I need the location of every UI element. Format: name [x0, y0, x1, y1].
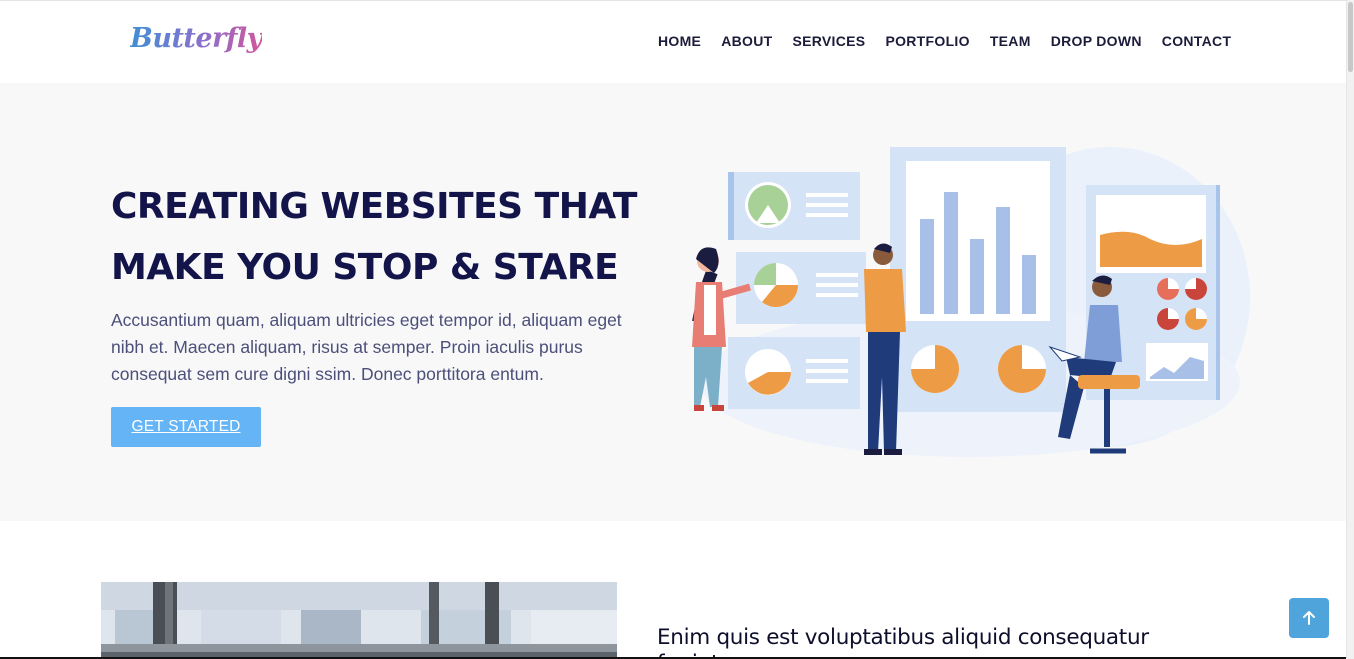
- hero-description: Accusantium quam, aliquam ultricies eget…: [111, 310, 622, 384]
- team-analytics-illustration: [692, 147, 1250, 457]
- nav-item-home[interactable]: HOME: [648, 32, 711, 50]
- back-to-top-button[interactable]: [1289, 598, 1329, 638]
- hero-title: CREATING WEBSITES THAT MAKE YOU STOP & S…: [111, 176, 651, 298]
- about-section: Enim quis est voluptatibus aliquid conse…: [0, 521, 1346, 659]
- nav-item-about[interactable]: ABOUT: [711, 32, 782, 50]
- nav-item-services[interactable]: SERVICES: [782, 32, 875, 50]
- site-header: Butterfly HOME ABOUT SERVICES PORTFOLIO …: [0, 1, 1346, 83]
- hero-title-line-2: MAKE YOU STOP & STARE: [111, 247, 619, 288]
- arrow-up-icon: [1303, 611, 1315, 625]
- hero-title-line-1: CREATING WEBSITES THAT: [111, 186, 637, 227]
- nav-item-team[interactable]: TEAM: [980, 32, 1041, 50]
- about-title: Enim quis est voluptatibus aliquid conse…: [657, 625, 1149, 650]
- logo[interactable]: Butterfly: [130, 23, 262, 54]
- landing-page: Butterfly HOME ABOUT SERVICES PORTFOLIO …: [0, 0, 1354, 659]
- hero-section: CREATING WEBSITES THAT MAKE YOU STOP & S…: [0, 83, 1346, 521]
- main-nav: HOME ABOUT SERVICES PORTFOLIO TEAM DROP …: [648, 32, 1241, 50]
- office-window-photo: [101, 582, 617, 659]
- get-started-button[interactable]: GET STARTED: [111, 407, 261, 447]
- vertical-scrollbar[interactable]: [1346, 0, 1354, 659]
- nav-item-drop-down[interactable]: DROP DOWN: [1041, 32, 1152, 50]
- nav-item-contact[interactable]: CONTACT: [1152, 32, 1242, 50]
- scrollbar-thumb[interactable]: [1348, 2, 1353, 72]
- nav-item-portfolio[interactable]: PORTFOLIO: [875, 32, 979, 50]
